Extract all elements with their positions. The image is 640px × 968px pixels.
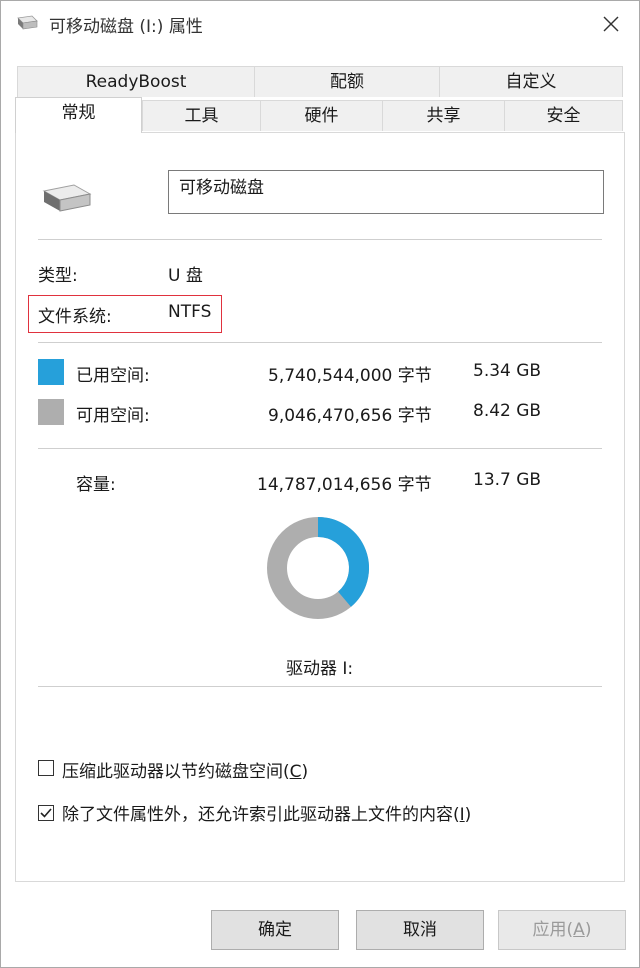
used-space-swatch <box>38 359 64 385</box>
capacity-label: 容量: <box>76 475 116 495</box>
cancel-button[interactable]: 取消 <box>356 910 484 950</box>
used-space-gb: 5.34 GB <box>473 361 542 381</box>
divider <box>38 448 602 449</box>
index-option-label[interactable]: 除了文件属性外，还允许索引此驱动器上文件的内容(I) <box>62 800 471 825</box>
tab-customize[interactable]: 自定义 <box>439 66 623 97</box>
divider <box>38 239 602 240</box>
compress-checkbox[interactable] <box>38 760 54 776</box>
used-space-label: 已用空间: <box>76 366 150 386</box>
divider <box>38 686 602 687</box>
tab-sharing[interactable]: 共享 <box>382 100 505 131</box>
tab-tools[interactable]: 工具 <box>142 100 261 131</box>
removable-drive-icon <box>17 15 38 30</box>
filesystem-label: 文件系统: <box>38 307 112 327</box>
tab-general[interactable]: 常规 <box>15 97 142 133</box>
free-space-label: 可用空间: <box>76 406 150 426</box>
free-space-bytes: 9,046,470,656 字节 <box>268 406 432 426</box>
usage-donut-chart <box>267 517 369 619</box>
filesystem-value: NTFS <box>168 302 212 322</box>
drive-name-input[interactable]: 可移动磁盘 <box>168 170 604 214</box>
tab-readyboost[interactable]: ReadyBoost <box>17 66 255 97</box>
compress-option-label[interactable]: 压缩此驱动器以节约磁盘空间(C) <box>62 757 308 782</box>
general-panel: 可移动磁盘 类型: U 盘 文件系统: NTFS 已用空间: 5,740,544… <box>15 132 625 882</box>
properties-window: 可移动磁盘 (I:) 属性 ReadyBoost 配额 自定义 工具 硬件 共享… <box>0 0 640 968</box>
title-bar: 可移动磁盘 (I:) 属性 <box>1 1 639 47</box>
donut-used-arc <box>317 517 369 607</box>
type-value: U 盘 <box>168 266 203 286</box>
window-title: 可移动磁盘 (I:) 属性 <box>49 17 203 37</box>
capacity-bytes: 14,787,014,656 字节 <box>257 475 432 495</box>
tab-hardware[interactable]: 硬件 <box>260 100 383 131</box>
capacity-gb: 13.7 GB <box>473 470 542 490</box>
used-space-bytes: 5,740,544,000 字节 <box>268 366 432 386</box>
free-space-swatch <box>38 399 64 425</box>
checkmark-icon <box>39 807 52 818</box>
tab-quota[interactable]: 配额 <box>254 66 440 97</box>
ok-button[interactable]: 确定 <box>211 910 339 950</box>
type-label: 类型: <box>38 266 78 286</box>
divider <box>38 342 602 343</box>
drive-label: 驱动器 I: <box>286 659 354 679</box>
close-icon <box>603 16 619 32</box>
removable-drive-icon <box>42 184 92 212</box>
close-button[interactable] <box>591 5 631 43</box>
free-space-gb: 8.42 GB <box>473 401 542 421</box>
index-checkbox[interactable] <box>38 805 54 821</box>
apply-button[interactable]: 应用(A) <box>498 910 626 950</box>
tab-security[interactable]: 安全 <box>504 100 623 131</box>
